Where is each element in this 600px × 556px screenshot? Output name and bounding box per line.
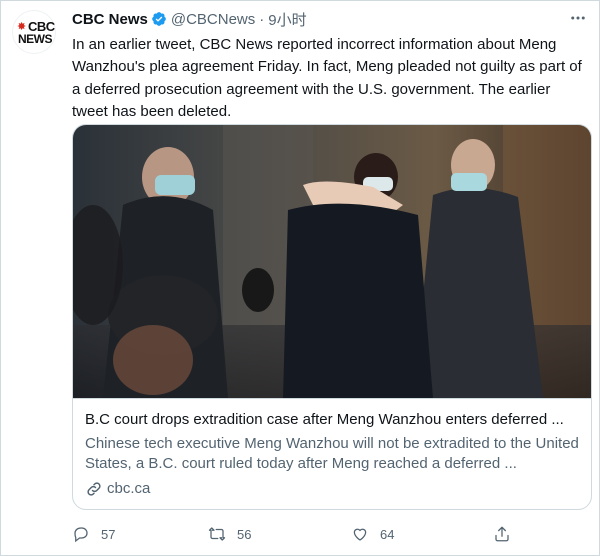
tweet-timestamp[interactable]: 9小时 xyxy=(268,9,306,30)
share-button[interactable] xyxy=(493,522,522,546)
news-photo xyxy=(73,125,591,398)
separator-dot: · xyxy=(259,10,265,28)
link-icon xyxy=(87,482,101,496)
retweet-count: 56 xyxy=(237,526,252,542)
author-handle[interactable]: @CBCNews xyxy=(171,11,255,28)
more-options-icon[interactable] xyxy=(564,4,592,32)
reply-icon xyxy=(74,527,88,543)
verified-badge-icon xyxy=(152,12,166,26)
card-body: B.C court drops extradition case after M… xyxy=(73,398,591,509)
card-domain: cbc.ca xyxy=(85,479,150,499)
reply-count: 57 xyxy=(101,526,116,542)
card-domain-text: cbc.ca xyxy=(107,480,151,497)
link-card[interactable]: B.C court drops extradition case after M… xyxy=(72,124,592,510)
like-button[interactable]: 64 xyxy=(351,522,394,546)
tweet-text: In an earlier tweet, CBC News reported i… xyxy=(72,36,582,121)
retweet-button[interactable]: 56 xyxy=(208,522,251,546)
card-description: Chinese tech executive Meng Wanzhou will… xyxy=(85,435,579,472)
heart-icon xyxy=(353,528,367,541)
like-count: 64 xyxy=(380,526,395,542)
avatar-logo-bottom: NEWS xyxy=(18,32,53,46)
retweet-icon xyxy=(208,527,226,541)
avatar[interactable]: ✸ CBC NEWS xyxy=(12,10,56,54)
author-name[interactable]: CBC News xyxy=(72,11,148,28)
share-icon xyxy=(495,526,509,542)
reply-button[interactable]: 57 xyxy=(72,522,115,546)
card-title: B.C court drops extradition case after M… xyxy=(85,411,564,428)
tweet-header: CBC News @CBCNews · 9小时 xyxy=(72,9,307,29)
tweet-actions: 57 56 64 xyxy=(72,522,512,546)
